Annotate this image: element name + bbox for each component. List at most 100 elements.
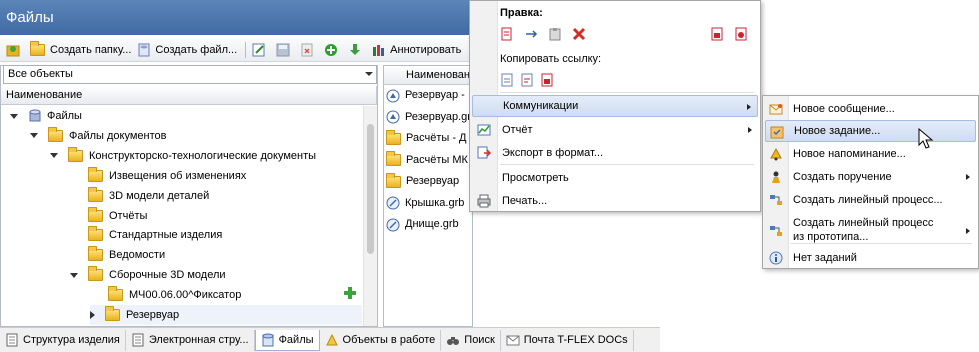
submenu-item[interactable]: Новое сообщение... (765, 98, 976, 120)
folder-icon (88, 226, 103, 242)
submenu-item[interactable]: Создать поручение (765, 166, 976, 188)
copy-doc-icon[interactable] (500, 27, 514, 41)
expanded-toggle-icon[interactable] (30, 133, 38, 139)
context-menu-item[interactable]: Экспорт в формат... (472, 142, 758, 164)
tree-node[interactable]: Сборочные 3D модели (70, 265, 226, 285)
menu-separator (791, 243, 972, 244)
link-doc-3-icon[interactable] (540, 73, 554, 87)
refresh-button[interactable] (6, 43, 24, 57)
tree-scrollbar[interactable] (363, 106, 377, 326)
file-list-item-label: Расчёты МК (406, 153, 468, 166)
save-icon (276, 43, 290, 56)
file-list-item[interactable]: Расчёты - Д (386, 128, 470, 149)
add-button[interactable] (324, 43, 342, 57)
cylinder-icon (28, 109, 42, 123)
tree-column-header[interactable]: Наименование (1, 86, 377, 105)
folder-icon (386, 172, 401, 188)
delete-doc-icon (301, 43, 313, 56)
tree-node[interactable]: Стандартные изделия (70, 225, 222, 245)
communications-submenu: Новое сообщение... Новое задание... Новое … (762, 95, 979, 269)
tree-node[interactable]: 3D модели деталей (70, 186, 209, 206)
context-menu-item[interactable]: Просмотреть (472, 167, 758, 189)
info-icon (769, 251, 783, 265)
task-icon (770, 125, 784, 139)
tree-node[interactable]: Извещения об изменениях (70, 166, 246, 186)
folder-icon (30, 40, 45, 56)
submenu-item[interactable]: Новое задание... (765, 120, 976, 142)
tree-node[interactable]: Резервуар (90, 305, 362, 325)
save-button[interactable] (276, 43, 294, 57)
context-menu-item[interactable]: Отчёт (472, 119, 758, 141)
objects-icon (325, 333, 339, 347)
file-list-item-label: Расчёты - Д (406, 132, 467, 144)
tab-5[interactable]: Почта T-FLEX DOCs (501, 329, 634, 351)
collapsed-toggle-icon[interactable] (90, 311, 95, 319)
file-list-item[interactable]: Днище.grb (386, 214, 470, 235)
file-list-item[interactable]: Резервуар.gr (386, 107, 470, 128)
link-doc-2-icon[interactable] (520, 73, 534, 87)
person-icon (769, 170, 783, 184)
link-doc-icon[interactable] (500, 73, 514, 87)
folder-icon (88, 166, 103, 182)
folder-icon (88, 186, 103, 202)
move-icon[interactable] (524, 27, 538, 41)
delete-doc-button[interactable] (300, 43, 318, 57)
submenu-arrow-icon (966, 228, 970, 234)
tree-node[interactable]: Ведомости (70, 245, 165, 265)
download-button[interactable] (348, 43, 366, 57)
tab-3[interactable]: Объекты в работе (320, 329, 442, 351)
doc-link-alt-icon[interactable] (734, 27, 748, 41)
context-menu-item[interactable]: Печать... (472, 190, 758, 212)
structure-icon (131, 333, 145, 347)
expanded-toggle-icon[interactable] (50, 153, 58, 159)
tab-4[interactable]: Поиск (441, 329, 501, 351)
create-file-button[interactable]: Создать файл... (137, 43, 237, 57)
object-filter-select[interactable]: Все объекты (3, 65, 377, 84)
process-icon (769, 224, 783, 238)
submenu-arrow-icon (966, 174, 970, 180)
submenu-item-label: Создать поручение (793, 171, 892, 183)
file-list-item[interactable]: Резервуар - (386, 85, 470, 106)
expanded-toggle-icon[interactable] (70, 272, 78, 278)
submenu-item-label: Создать линейный процесс... (793, 194, 943, 206)
tree-node[interactable]: Файлы (10, 106, 82, 126)
annotate-button[interactable]: Аннотировать (372, 43, 461, 57)
folder-icon (108, 286, 123, 302)
tab-1[interactable]: Электронная стру... (126, 329, 255, 351)
paste-icon[interactable] (548, 27, 562, 41)
doc-link-icon[interactable] (710, 27, 724, 41)
submenu-item[interactable]: Нет заданий (765, 247, 976, 269)
tree-node[interactable]: Конструкторско-технологические документы (50, 146, 316, 166)
export-icon (477, 146, 492, 160)
file-cylinder-icon (138, 43, 150, 56)
menu-separator (500, 164, 754, 165)
file-list-item-label: Днище.grb (405, 218, 459, 230)
tab-label: Почта T-FLEX DOCs (523, 334, 628, 346)
tree-node-label: Резервуар (126, 309, 180, 321)
file-list-item[interactable]: Расчёты МК (386, 150, 470, 171)
tree-node[interactable]: Файлы документов (30, 126, 167, 146)
file-column-header[interactable]: Наименован (384, 66, 472, 85)
create-folder-button[interactable]: Создать папку... (30, 40, 131, 56)
edit-button[interactable] (252, 43, 270, 57)
tab-0[interactable]: Структура изделия (0, 329, 126, 351)
submenu-item[interactable]: Создать линейный процесс... (765, 189, 976, 211)
context-menu-item-label: Просмотреть (502, 172, 569, 184)
files-icon (261, 333, 275, 347)
scrollbar-thumb[interactable] (367, 124, 374, 254)
tab-label: Структура изделия (23, 334, 120, 346)
delete-icon[interactable] (572, 27, 586, 41)
tab-2[interactable]: Файлы (254, 329, 320, 351)
context-menu-item[interactable]: Коммуникации (472, 95, 758, 117)
tree-node[interactable]: Отчёты (70, 206, 147, 226)
chevron-down-icon[interactable] (365, 72, 373, 76)
submenu-arrow-icon (748, 127, 752, 133)
add-plus-icon[interactable] (343, 286, 357, 300)
file-list-item-label: Резервуар.gr (405, 110, 470, 123)
file-list-item[interactable]: Крышка.grb (386, 193, 470, 214)
submenu-item[interactable]: Новое напоминание... (765, 143, 976, 165)
tree-node[interactable]: МЧ00.06.00^Фиксатор (90, 285, 241, 305)
expanded-toggle-icon[interactable] (10, 113, 18, 119)
file-list-item[interactable]: Резервуар (386, 171, 470, 192)
part-icon (386, 218, 400, 232)
